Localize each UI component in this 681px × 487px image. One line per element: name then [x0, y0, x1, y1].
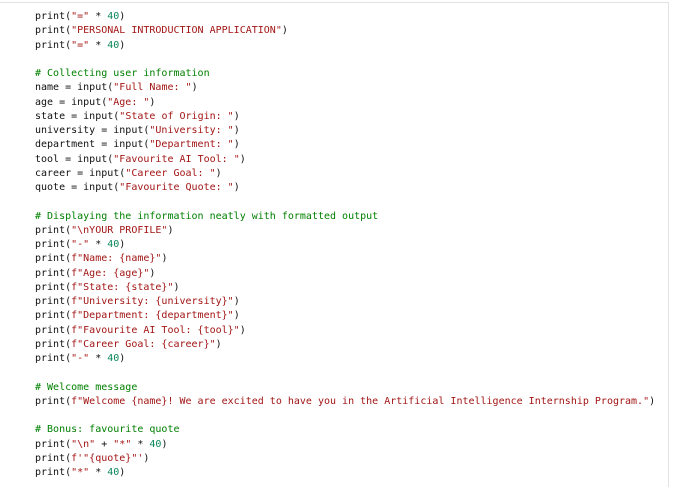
editor-top-border	[0, 2, 668, 3]
code-line: print("=" * 40)	[35, 39, 126, 51]
code-line: # Displaying the information neatly with…	[35, 210, 379, 222]
code-line: print("\n" + "*" * 40)	[35, 438, 168, 450]
code-line: name = input("Full Name: ")	[35, 82, 198, 94]
code-line: # Collecting user information	[35, 68, 210, 79]
code-line: print("-" * 40)	[35, 353, 126, 364]
code-line: print(f"Department: {department}")	[35, 310, 240, 322]
code-line: print(f"State: {state}")	[35, 281, 180, 293]
code-line: print(f"Age: {age}")	[35, 267, 156, 279]
code-line: print(f"Name: {name}")	[35, 253, 168, 265]
code-line: quote = input("Favourite Quote: ")	[35, 182, 240, 193]
code-line: career = input("Career Goal: ")	[35, 167, 222, 179]
code-line: print("PERSONAL INTRODUCTION APPLICATION…	[35, 25, 288, 37]
code-line: print(f"Career Goal: {career}")	[35, 338, 222, 350]
code-line: print(f"Favourite AI Tool: {tool}")	[35, 324, 246, 336]
code-line: state = input("State of Origin: ")	[35, 110, 240, 122]
code-line: tool = input("Favourite AI Tool: ")	[35, 153, 246, 165]
code-line: print(f'"{quote}"')	[35, 452, 150, 464]
code-editor[interactable]: print("=" * 40) print("PERSONAL INTRODUCT…	[0, 0, 681, 487]
code-line: department = input("Department: ")	[35, 139, 240, 151]
editor-right-border	[668, 2, 669, 487]
code-block[interactable]: print("=" * 40) print("PERSONAL INTRODUCT…	[35, 10, 655, 480]
code-line: print(f"University: {university}")	[35, 296, 240, 307]
code-line: # Welcome message	[35, 381, 138, 393]
code-line: print(f"Welcome {name}! We are excited t…	[35, 395, 656, 407]
code-line: university = input("University: ")	[35, 125, 240, 136]
code-line: print("\nYOUR PROFILE")	[35, 224, 174, 236]
code-line: print("-" * 40)	[35, 239, 126, 250]
code-line: # Bonus: favourite quote	[35, 424, 180, 436]
code-line: age = input("Age: ")	[35, 96, 156, 108]
code-line: print("*" * 40)	[35, 467, 126, 478]
code-line: print("=" * 40)	[35, 11, 126, 22]
